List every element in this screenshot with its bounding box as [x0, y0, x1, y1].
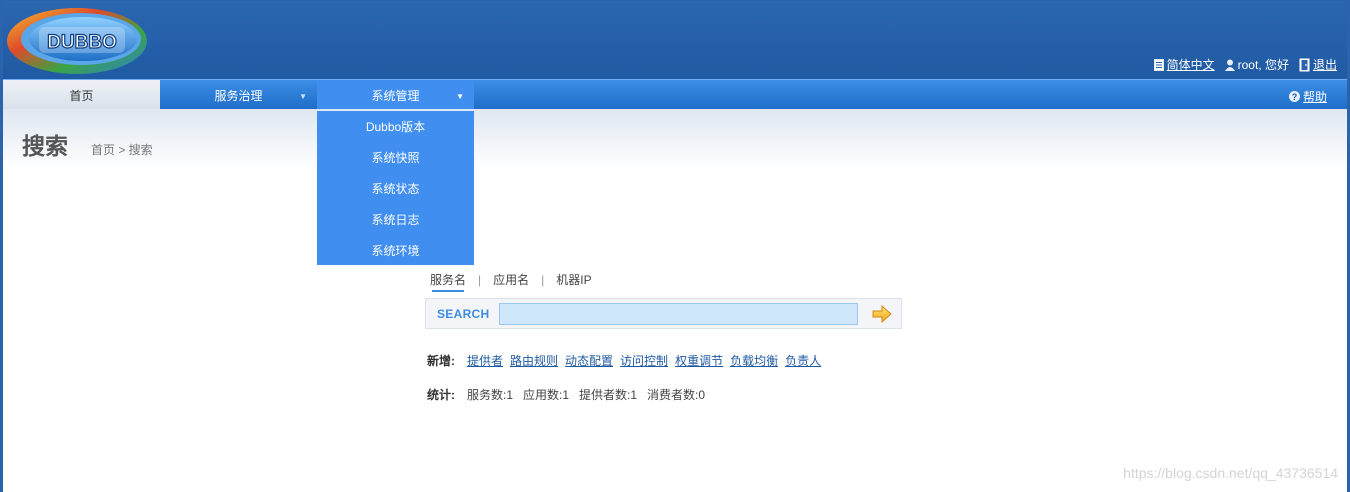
logout[interactable]: 退出: [1299, 56, 1337, 73]
nav-item-service-governance[interactable]: 服务治理 ▼: [160, 80, 317, 110]
tab-service-name[interactable]: 服务名: [430, 271, 466, 292]
menu-item-system-environment[interactable]: 系统环境: [317, 235, 474, 266]
add-new-label: 新增:: [427, 354, 455, 368]
nav-item-label: 首页: [69, 88, 94, 103]
menu-item-dubbo-version[interactable]: Dubbo版本: [317, 111, 474, 142]
search-label: SEARCH: [437, 307, 490, 321]
tab-machine-ip[interactable]: 机器IP: [556, 271, 591, 288]
menu-item-system-status[interactable]: 系统状态: [317, 173, 474, 204]
watermark: https://blog.csdn.net/qq_43736514: [1123, 465, 1338, 481]
breadcrumb: 首页 > 搜索: [91, 143, 153, 157]
menu-item-system-log[interactable]: 系统日志: [317, 204, 474, 235]
nav-item-label: 系统管理: [371, 88, 420, 103]
logo-text: DUBBO: [47, 32, 117, 53]
stats-row: 统计: 服务数:1 应用数:1 提供者数:1 消费者数:0: [427, 386, 715, 403]
arrow-right-icon[interactable]: [872, 305, 892, 323]
language-switch[interactable]: 简体中文: [1153, 56, 1215, 73]
add-route-rule-link[interactable]: 路由规则: [510, 352, 558, 369]
tab-separator: |: [541, 272, 545, 287]
search-box: SEARCH: [425, 298, 902, 329]
help-icon: ?: [1288, 91, 1300, 102]
search-tabs: 服务名 | 应用名 | 机器IP: [430, 271, 592, 292]
add-new-row: 新增: 提供者 路由规则 动态配置 访问控制 权重调节 负载均衡 负责人: [427, 352, 828, 369]
nav-item-label: 服务治理: [214, 88, 263, 103]
user-greeting: root, 您好: [1237, 58, 1289, 72]
tab-application-name[interactable]: 应用名: [493, 271, 529, 288]
add-owner-link[interactable]: 负责人: [785, 352, 821, 369]
add-provider-link[interactable]: 提供者: [467, 352, 503, 369]
document-icon: [1153, 58, 1164, 71]
menu-item-system-snapshot[interactable]: 系统快照: [317, 142, 474, 173]
logout-door-icon: [1299, 58, 1310, 71]
stats-label: 统计:: [427, 388, 455, 402]
search-input[interactable]: [499, 303, 858, 325]
page-header-band: [3, 109, 1347, 169]
nav-item-home[interactable]: 首页: [3, 80, 160, 110]
help-link[interactable]: ? 帮助: [1288, 88, 1327, 105]
user-info: root, 您好: [1224, 56, 1289, 73]
add-dynamic-config-link[interactable]: 动态配置: [565, 352, 613, 369]
stat-providers: 提供者数:1: [579, 388, 638, 402]
stat-consumers: 消费者数:0: [647, 388, 706, 402]
stat-applications: 应用数:1: [523, 388, 570, 402]
page-title: 搜索: [22, 133, 68, 159]
system-management-dropdown: Dubbo版本 系统快照 系统状态 系统日志 系统环境: [317, 111, 474, 265]
add-access-control-link[interactable]: 访问控制: [620, 352, 668, 369]
caret-down-icon: ▼: [299, 92, 307, 101]
header-bar: DUBBO 简体中文 root, 您好 退出: [3, 1, 1347, 79]
stat-services: 服务数:1: [467, 388, 514, 402]
logout-link[interactable]: 退出: [1313, 56, 1337, 73]
nav-item-system-management[interactable]: 系统管理 ▼: [317, 80, 474, 110]
add-weight-adjust-link[interactable]: 权重调节: [675, 352, 723, 369]
add-load-balance-link[interactable]: 负载均衡: [730, 352, 778, 369]
dubbo-logo[interactable]: DUBBO: [5, 3, 151, 79]
caret-down-icon: ▼: [456, 92, 464, 101]
tab-separator: |: [478, 272, 482, 287]
help-label: 帮助: [1302, 90, 1327, 104]
language-link[interactable]: 简体中文: [1167, 56, 1215, 73]
header-links: 简体中文 root, 您好 退出: [1153, 56, 1337, 73]
user-icon: [1224, 59, 1235, 71]
main-nav: 首页 服务治理 ▼ 系统管理 ▼ ? 帮助: [3, 79, 1347, 110]
